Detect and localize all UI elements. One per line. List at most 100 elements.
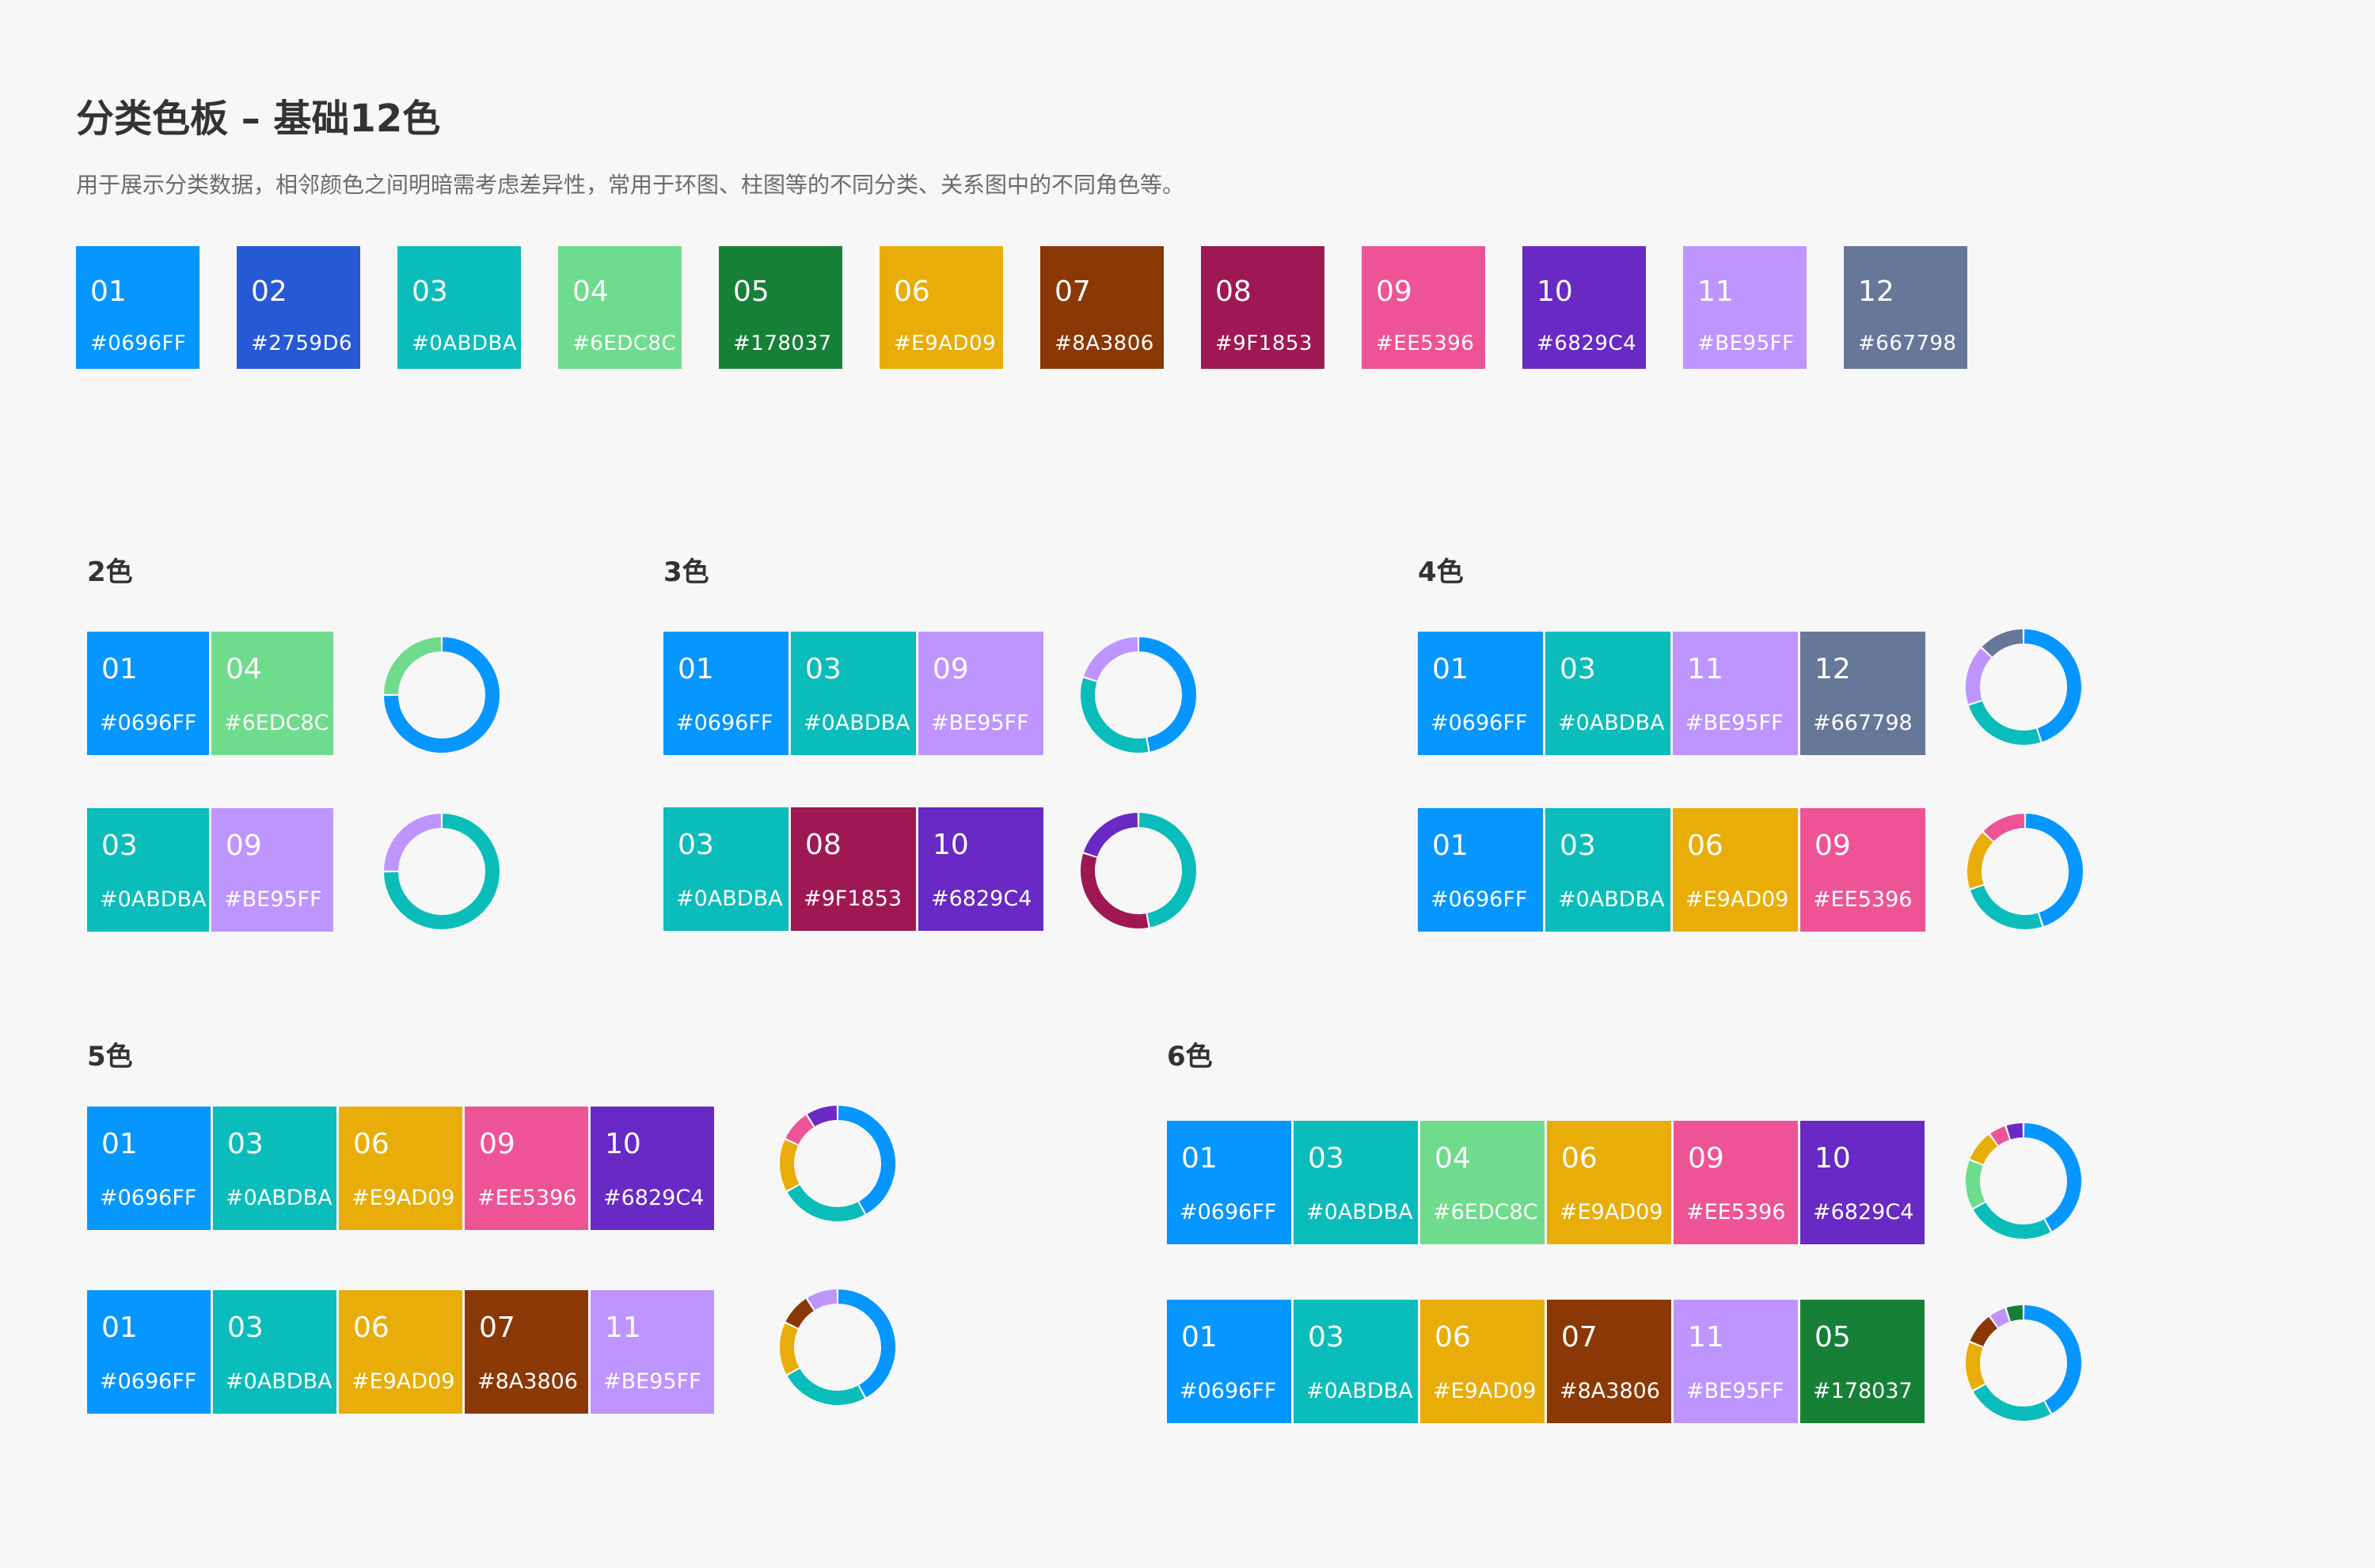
donut-segment (1990, 1126, 2010, 1146)
tile-hex: #0696FF (1431, 711, 1528, 735)
color-swatch: 01 #0696FF (76, 246, 200, 369)
donut-chart (1966, 1123, 2081, 1239)
palette-tile: 09 #EE5396 (465, 1107, 588, 1230)
swatch-hex: #0696FF (90, 332, 187, 355)
tile-number: 03 (227, 1312, 264, 1344)
palette-tile: 11 #BE95FF (1673, 632, 1798, 755)
donut-segment (785, 1115, 815, 1145)
swatch-number: 09 (1376, 275, 1412, 308)
tile-hex: #0696FF (676, 711, 773, 735)
tile-hex: #0ABDBA (100, 887, 207, 912)
tile-hex: #BE95FF (603, 1369, 701, 1394)
tile-hex: #9F1853 (804, 887, 902, 911)
tile-number: 07 (479, 1312, 515, 1344)
tile-hex: #EE5396 (1686, 1200, 1786, 1224)
page-title: 分类色板 – 基础12色 (76, 97, 441, 141)
tile-hex: #E9AD09 (1685, 887, 1789, 912)
donut-segment (1966, 1342, 1986, 1391)
donut-segment (1970, 885, 2042, 929)
color-swatch: 04 #6EDC8C (558, 246, 682, 369)
color-swatch: 07 #8A3806 (1040, 246, 1164, 369)
donut-segment (1973, 1202, 2051, 1239)
donut-segment (1968, 700, 2041, 745)
group-label: 4色 (1418, 556, 1464, 588)
tile-hex: #BE95FF (1685, 711, 1784, 735)
palette-tile: 01 #0696FF (1167, 1300, 1291, 1423)
tile-number: 03 (805, 653, 842, 685)
donut-segment (1970, 1134, 1998, 1165)
palette-tile: 03 #0ABDBA (213, 1290, 336, 1414)
tile-number: 03 (101, 830, 138, 862)
swatch-number: 12 (1858, 275, 1894, 308)
tile-number: 01 (1432, 830, 1469, 862)
palette-tile: 01 #0696FF (1167, 1121, 1291, 1244)
donut-segment (384, 637, 442, 695)
swatch-hex: #E9AD09 (894, 332, 997, 355)
donut-segment (1138, 813, 1196, 928)
donut-segment (2006, 1305, 2024, 1322)
palette-tile: 09 #EE5396 (1800, 808, 1925, 932)
palette-tile: 01 #0696FF (663, 632, 788, 755)
tile-number: 05 (1814, 1321, 1851, 1353)
donut-segment (785, 1299, 815, 1329)
tile-number: 03 (1560, 830, 1596, 862)
tile-number: 09 (479, 1128, 515, 1160)
swatch-number: 11 (1697, 275, 1734, 308)
palette-tile: 01 #0696FF (87, 632, 209, 755)
donut-segment (1966, 1160, 1986, 1209)
swatch-hex: #178037 (733, 332, 832, 355)
donut-segment (1990, 1308, 2010, 1328)
donut-segment (2024, 1305, 2081, 1414)
tile-number: 11 (605, 1312, 641, 1344)
tile-number: 11 (1688, 1321, 1724, 1353)
swatch-hex: #6829C4 (1537, 332, 1637, 355)
tile-number: 10 (1814, 1142, 1851, 1175)
tile-number: 10 (605, 1128, 641, 1160)
tile-hex: #BE95FF (1686, 1379, 1784, 1403)
tile-hex: #0ABDBA (676, 887, 783, 911)
tile-number: 10 (933, 829, 969, 861)
palette-tile: 03 #0ABDBA (663, 807, 788, 931)
donut-segment (780, 1323, 800, 1375)
palette-tile: 03 #0ABDBA (1294, 1300, 1418, 1423)
donut-chart (1966, 629, 2081, 745)
color-swatch: 10 #6829C4 (1522, 246, 1646, 369)
tile-hex: #E9AD09 (1433, 1379, 1537, 1403)
color-swatch: 12 #667798 (1844, 246, 1967, 369)
color-swatch: 09 #EE5396 (1362, 246, 1485, 369)
color-swatch: 06 #E9AD09 (880, 246, 1003, 369)
tile-hex: #0696FF (1180, 1379, 1277, 1403)
donut-segment (1973, 1384, 2051, 1421)
donut-segment (2006, 1123, 2024, 1140)
swatch-number: 02 (251, 275, 287, 308)
donut-segment (2025, 814, 2083, 927)
tile-hex: #0ABDBA (1558, 887, 1665, 912)
tile-hex: #6EDC8C (224, 711, 329, 735)
donut-chart (1081, 637, 1196, 753)
swatch-number: 03 (412, 275, 448, 308)
donut-segment (807, 1289, 838, 1311)
donut-chart (1966, 1305, 2081, 1421)
palette-tile: 04 #6EDC8C (211, 632, 333, 755)
palette-tile: 04 #6EDC8C (1420, 1121, 1545, 1244)
swatch-hex: #BE95FF (1697, 332, 1795, 355)
tile-number: 03 (1560, 653, 1596, 685)
swatch-number: 08 (1215, 275, 1252, 308)
tile-number: 12 (1814, 653, 1851, 685)
tile-number: 06 (353, 1312, 390, 1344)
tile-number: 01 (101, 1312, 138, 1344)
tile-hex: #0ABDBA (1306, 1379, 1413, 1403)
tile-number: 01 (1181, 1142, 1218, 1175)
color-swatch: 11 #BE95FF (1683, 246, 1807, 369)
palette-tile: 03 #0ABDBA (1294, 1121, 1418, 1244)
tile-hex: #667798 (1813, 711, 1913, 735)
tile-number: 04 (226, 653, 262, 685)
palette-tile: 07 #8A3806 (1547, 1300, 1671, 1423)
tile-hex: #0ABDBA (1306, 1200, 1413, 1224)
tile-number: 06 (1434, 1321, 1471, 1353)
tile-number: 01 (101, 1128, 138, 1160)
donut-segment (838, 1289, 895, 1398)
tile-hex: #E9AD09 (352, 1186, 455, 1210)
swatch-hex: #6EDC8C (572, 332, 677, 355)
donut-segment (1983, 814, 2025, 841)
